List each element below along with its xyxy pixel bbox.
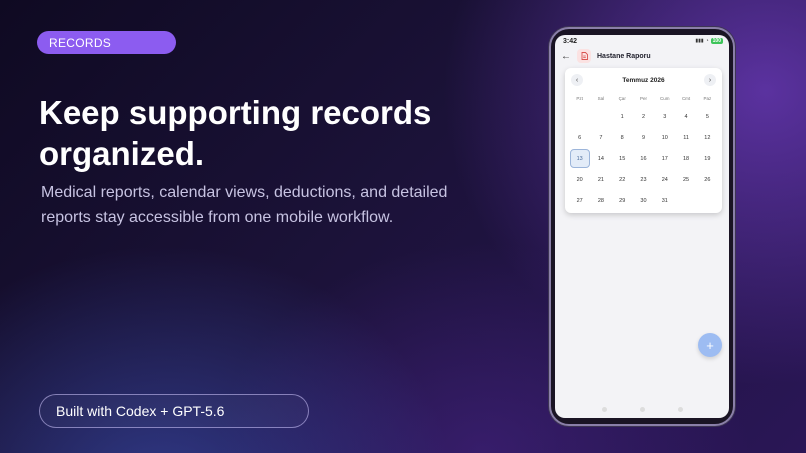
prev-month-button[interactable]: ‹ bbox=[571, 74, 583, 86]
calendar-day[interactable]: 3 bbox=[654, 106, 675, 127]
nav-recent-icon[interactable] bbox=[601, 406, 607, 412]
calendar-day[interactable]: 30 bbox=[633, 190, 654, 211]
calendar-empty-cell bbox=[569, 106, 590, 127]
calendar-day[interactable]: 22 bbox=[612, 169, 633, 190]
calendar-day-selected[interactable]: 13 bbox=[569, 148, 590, 169]
calendar-day[interactable]: 14 bbox=[590, 148, 611, 169]
calendar-day[interactable]: 26 bbox=[697, 169, 718, 190]
weekday-label: Per bbox=[639, 96, 647, 101]
weekday-label: Cum bbox=[660, 96, 670, 101]
calendar-day[interactable]: 15 bbox=[612, 148, 633, 169]
calendar-day[interactable]: 16 bbox=[633, 148, 654, 169]
calendar-day[interactable]: 19 bbox=[697, 148, 718, 169]
subtitle: Medical reports, calendar views, deducti… bbox=[41, 180, 501, 230]
calendar-day[interactable]: 6 bbox=[569, 127, 590, 148]
calendar-day[interactable]: 18 bbox=[675, 148, 696, 169]
calendar-day[interactable]: 11 bbox=[675, 127, 696, 148]
headline-line-2: organized. bbox=[39, 135, 205, 172]
subtitle-line-2: reports stay accessible from one mobile … bbox=[41, 209, 394, 226]
nav-back-icon[interactable] bbox=[677, 406, 683, 412]
calendar-day[interactable]: 8 bbox=[612, 127, 633, 148]
calendar-day[interactable]: 17 bbox=[654, 148, 675, 169]
calendar-grid: Pzt Sal Çar Per Cum Cmt Paz bbox=[565, 92, 722, 106]
section-badge: RECORDS bbox=[37, 31, 176, 54]
built-with-badge: Built with Codex + GPT-5.6 bbox=[39, 394, 309, 428]
calendar-empty-cell bbox=[675, 190, 696, 211]
weekday-label: Sal bbox=[597, 96, 605, 101]
signal-icon: ▮▮▮ bbox=[695, 38, 704, 44]
headline-line-1: Keep supporting records bbox=[39, 94, 432, 131]
calendar-day[interactable]: 31 bbox=[654, 190, 675, 211]
subtitle-line-1: Medical reports, calendar views, deducti… bbox=[41, 184, 448, 201]
weekday-label: Cmt bbox=[681, 96, 691, 101]
calendar-day[interactable]: 12 bbox=[697, 127, 718, 148]
calendar-day[interactable]: 7 bbox=[590, 127, 611, 148]
calendar-day[interactable]: 28 bbox=[590, 190, 611, 211]
calendar-empty-cell bbox=[590, 106, 611, 127]
calendar-day[interactable]: 20 bbox=[569, 169, 590, 190]
phone-screen: 3:42 ▮▮▮ ◔ 100 ← Hastane Raporu ‹ Temmuz… bbox=[555, 35, 729, 418]
calendar-day[interactable]: 21 bbox=[590, 169, 611, 190]
system-nav-bar bbox=[555, 400, 729, 418]
app-title: Hastane Raporu bbox=[597, 52, 651, 60]
add-button[interactable]: + bbox=[698, 333, 722, 357]
weekday-label: Paz bbox=[703, 96, 712, 101]
calendar-day[interactable]: 25 bbox=[675, 169, 696, 190]
wifi-icon: ◔ bbox=[705, 38, 709, 44]
document-icon bbox=[577, 49, 591, 63]
calendar-empty-cell bbox=[697, 190, 718, 211]
calendar-day[interactable]: 9 bbox=[633, 127, 654, 148]
battery-icon: 100 bbox=[710, 38, 723, 44]
calendar-day[interactable]: 27 bbox=[569, 190, 590, 211]
calendar-day[interactable]: 23 bbox=[633, 169, 654, 190]
calendar-day[interactable]: 2 bbox=[633, 106, 654, 127]
back-arrow-icon[interactable]: ← bbox=[561, 51, 571, 62]
calendar-day[interactable]: 5 bbox=[697, 106, 718, 127]
headline: Keep supporting records organized. bbox=[39, 92, 499, 174]
calendar-header: ‹ Temmuz 2026 › bbox=[565, 68, 722, 92]
calendar-day[interactable]: 4 bbox=[675, 106, 696, 127]
month-label: Temmuz 2026 bbox=[622, 76, 665, 84]
next-month-button[interactable]: › bbox=[704, 74, 716, 86]
calendar-card: ‹ Temmuz 2026 › Pzt Sal Çar Per Cum Cmt … bbox=[565, 68, 722, 213]
calendar-day[interactable]: 1 bbox=[612, 106, 633, 127]
calendar-day[interactable]: 29 bbox=[612, 190, 633, 211]
status-time: 3:42 bbox=[563, 37, 578, 45]
phone-mockup: 3:42 ▮▮▮ ◔ 100 ← Hastane Raporu ‹ Temmuz… bbox=[549, 27, 735, 426]
weekday-label: Çar bbox=[618, 96, 626, 101]
status-bar: 3:42 ▮▮▮ ◔ 100 bbox=[555, 35, 729, 47]
calendar-day[interactable]: 24 bbox=[654, 169, 675, 190]
calendar-day[interactable]: 10 bbox=[654, 127, 675, 148]
nav-home-icon[interactable] bbox=[639, 406, 645, 412]
calendar-days: 1 2 3 4 5 6 7 8 9 10 11 12 13 14 15 16 17 18 19 20 21 22 23 24 2… bbox=[565, 106, 722, 211]
status-icons: ▮▮▮ ◔ 100 bbox=[695, 38, 723, 44]
weekday-label: Pzt bbox=[576, 96, 583, 101]
app-bar: ← Hastane Raporu bbox=[555, 47, 729, 65]
